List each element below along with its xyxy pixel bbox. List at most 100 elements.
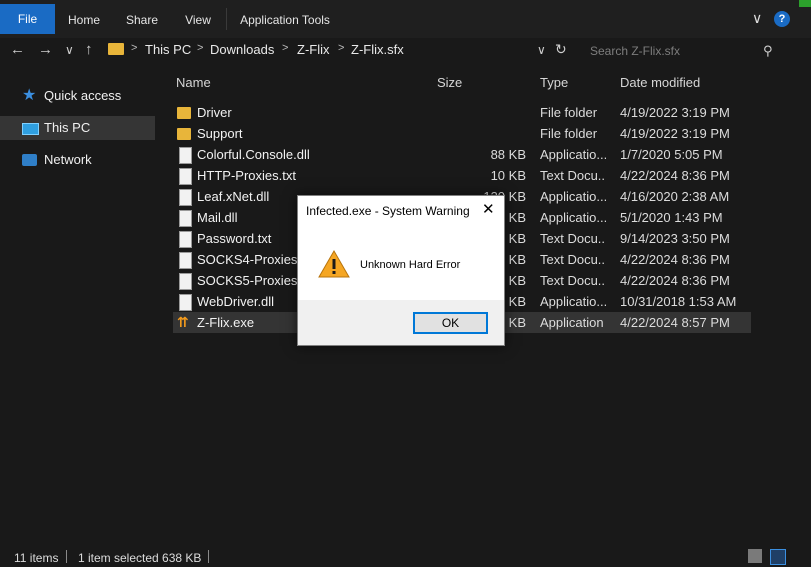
column-header-date-modified[interactable]: Date modified [620,75,700,90]
file-date: 4/16/2020 2:38 AM [620,189,730,204]
file-name: Colorful.Console.dll [197,147,310,162]
close-icon[interactable]: ✕ [482,200,495,218]
help-icon[interactable]: ? [774,11,790,27]
nav-item-label: This PC [44,120,91,135]
forward-arrow-icon[interactable]: → [38,41,53,58]
star-icon: ★ [22,87,37,104]
file-date: 5/1/2020 1:43 PM [620,210,723,225]
file-name: Password.txt [197,231,272,246]
dialog-footer: OK [298,300,504,345]
search-box: ⚲ [582,40,782,62]
file-type: Applicatio... [540,147,606,162]
file-name: Support [197,126,243,141]
file-name: Z-Flix.exe [197,315,255,330]
system-warning-dialog: Infected.exe - System Warning ✕ Unknown … [297,195,505,346]
status-item-count: 11 items [14,551,59,565]
file-type: File folder [540,105,598,120]
file-size: 10 KB [490,168,526,183]
breadcrumb-separator-icon: > [338,42,345,54]
file-name: Mail.dll [197,210,238,225]
nav-item-this-pc[interactable]: This PC [0,116,155,140]
file-date: 1/7/2020 5:05 PM [620,147,723,162]
tab-application-tools[interactable]: Application Tools [232,6,338,34]
search-icon[interactable]: ⚲ [763,43,773,59]
text-file-icon [179,168,192,185]
file-type: Application [540,315,604,330]
dialog-title: Infected.exe - System Warning [306,204,470,218]
file-type: Text Docu... [540,231,606,246]
nav-item-quick-access[interactable]: ★ Quick access [0,84,155,108]
file-type: Text Docu... [540,168,606,183]
file-row[interactable]: Support File folder 4/19/2022 3:19 PM [173,123,751,144]
exe-icon: ⇈ [177,314,189,330]
text-file-icon [179,231,192,248]
refresh-icon[interactable]: ↻ [555,41,567,58]
folder-icon [177,107,191,119]
text-file-icon [179,273,192,290]
large-icons-view-icon[interactable] [770,549,786,565]
file-type: Applicatio... [540,294,606,309]
up-arrow-icon[interactable]: ↑ [85,41,93,58]
file-date: 4/22/2024 8:36 PM [620,252,730,267]
breadcrumb-z-flix[interactable]: Z-Flix [297,42,330,57]
status-bar: 11 items 1 item selected 638 KB [0,548,811,567]
nav-item-network[interactable]: Network [0,148,155,172]
file-name: WebDriver.dll [197,294,275,309]
text-file-icon [179,252,192,269]
file-size: 88 KB [490,147,526,162]
file-type: Applicatio... [540,210,606,225]
column-header-name[interactable]: Name [176,75,211,90]
ribbon: File Home Share View Application Tools ∨… [0,0,811,38]
computer-icon [22,123,39,135]
dll-icon [179,189,192,206]
dll-icon [179,210,192,227]
search-input[interactable] [582,40,770,62]
ribbon-minimize-icon[interactable]: ∨ [752,10,762,27]
dll-icon [179,147,192,164]
file-date: 9/14/2023 3:50 PM [620,231,730,246]
tab-file[interactable]: File [0,4,55,34]
file-name: Leaf.xNet.dll [197,189,270,204]
tab-home[interactable]: Home [58,6,110,34]
nav-item-label: Quick access [44,88,122,103]
file-date: 4/22/2024 8:36 PM [620,168,730,183]
file-date: 4/19/2022 3:19 PM [620,105,730,120]
address-bar-row: ← → ∨ ↑ > This PC > Downloads > Z-Flix >… [0,38,811,62]
breadcrumb-downloads[interactable]: Downloads [210,42,274,57]
file-date: 4/19/2022 3:19 PM [620,126,730,141]
details-view-icon[interactable] [748,549,762,563]
file-name: HTTP-Proxies.txt [197,168,296,183]
dll-icon [179,294,192,311]
tab-view[interactable]: View [176,6,220,34]
file-date: 10/31/2018 1:53 AM [620,294,737,309]
tab-share[interactable]: Share [118,6,166,34]
network-icon [22,154,37,166]
nav-item-label: Network [44,152,92,167]
file-type: Applicatio... [540,189,606,204]
file-type: Text Docu... [540,252,606,267]
file-name: Driver [197,105,232,120]
breadcrumb-separator-icon: > [197,42,204,54]
column-header-type[interactable]: Type [540,75,568,90]
warning-icon [318,249,350,278]
file-row[interactable]: HTTP-Proxies.txt 10 KB Text Docu... 4/22… [173,165,751,186]
breadcrumb-separator-icon: > [131,42,138,54]
file-type: File folder [540,126,598,141]
back-arrow-icon[interactable]: ← [10,41,25,58]
dialog-message: Unknown Hard Error [360,259,461,271]
breadcrumb-z-flix-sfx[interactable]: Z-Flix.sfx [351,42,404,57]
breadcrumb-separator-icon: > [282,42,289,54]
file-row[interactable]: Colorful.Console.dll 88 KB Applicatio...… [173,144,751,165]
recent-locations-chevron-icon[interactable]: ∨ [65,43,74,57]
breadcrumb-this-pc[interactable]: This PC [145,42,191,57]
column-header-size[interactable]: Size [437,75,462,90]
file-date: 4/22/2024 8:57 PM [620,315,730,330]
ok-button[interactable]: OK [413,312,488,334]
status-selection: 1 item selected 638 KB [78,551,202,565]
address-dropdown-chevron-icon[interactable]: ∨ [537,43,546,57]
folder-icon [108,43,124,55]
tab-divider [226,8,227,30]
window-edge-sliver [799,0,811,7]
file-row[interactable]: Driver File folder 4/19/2022 3:19 PM [173,102,751,123]
folder-icon [177,128,191,140]
